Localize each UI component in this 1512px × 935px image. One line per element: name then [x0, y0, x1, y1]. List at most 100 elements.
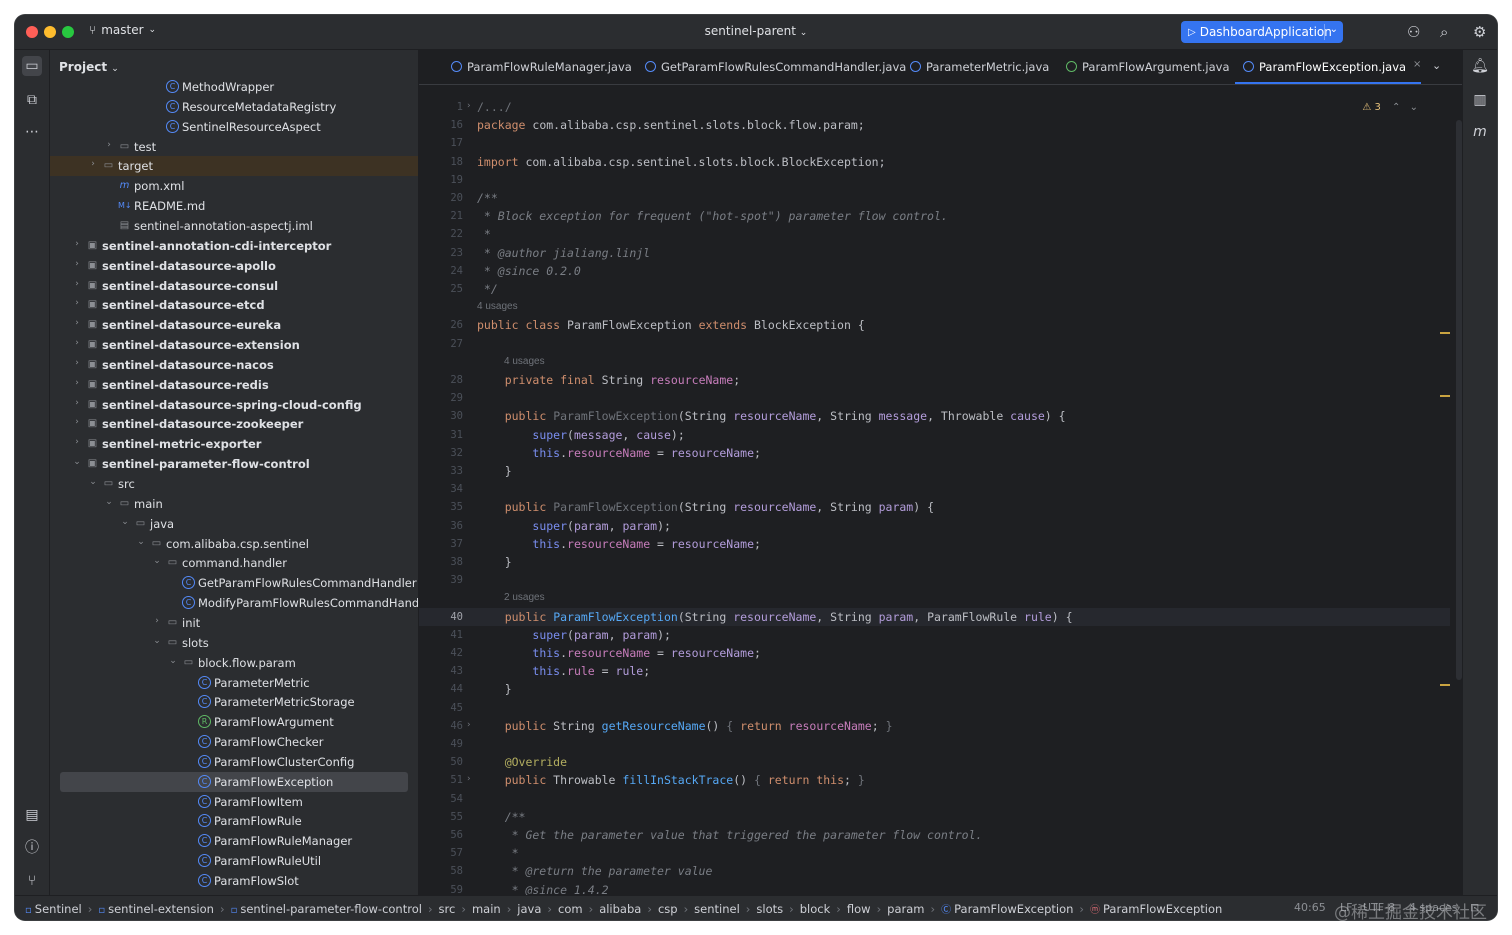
fold-icon[interactable]: › — [467, 101, 471, 111]
line-number[interactable]: 39 — [419, 574, 463, 586]
tree-item[interactable]: C ParamFlowChecker — [50, 732, 418, 752]
warning-marker[interactable] — [1440, 395, 1450, 397]
close-tab-icon[interactable]: × — [1413, 59, 1421, 70]
editor-tab[interactable]: ParameterMetric.java — [910, 60, 1049, 74]
code-line[interactable]: public ParamFlowException(String resourc… — [477, 610, 1073, 624]
breadcrumb-item[interactable]: flow — [847, 902, 871, 916]
chevron-right-icon[interactable]: › — [72, 417, 82, 427]
terminal-tool-icon[interactable]: ▤ — [22, 805, 42, 825]
tree-item[interactable]: ⌄ ▭ command.handler — [50, 553, 418, 573]
code-line[interactable]: /.../ — [477, 100, 512, 114]
chevron-down-icon[interactable]: ⌄ — [1330, 24, 1338, 35]
chevron-right-icon[interactable]: › — [72, 338, 82, 348]
chevron-right-icon[interactable]: › — [72, 298, 82, 308]
usages-hint[interactable]: 4 usages — [477, 301, 518, 312]
breadcrumb-item[interactable]: csp — [658, 902, 678, 916]
more-tools-icon[interactable]: ⋯ — [22, 122, 42, 142]
line-number[interactable]: 38 — [419, 556, 463, 568]
code-line[interactable]: @Override — [477, 755, 567, 769]
code-line[interactable]: * @return the parameter value — [477, 864, 713, 878]
fold-icon[interactable]: › — [467, 774, 471, 784]
editor-tab[interactable]: GetParamFlowRulesCommandHandler.java — [645, 60, 906, 74]
usages-hint[interactable]: 2 usages — [504, 592, 545, 603]
chevron-right-icon[interactable]: › — [72, 358, 82, 368]
previous-highlight-icon[interactable]: ⌃ — [1392, 102, 1400, 113]
line-number[interactable]: 1 — [419, 101, 463, 113]
line-number[interactable]: 17 — [419, 137, 463, 149]
maven-icon[interactable]: m — [1470, 122, 1490, 142]
line-number[interactable]: 20 — [419, 192, 463, 204]
chevron-down-icon[interactable]: ⌄ — [88, 477, 98, 487]
code-line[interactable]: super(param, param); — [477, 628, 671, 642]
next-highlight-icon[interactable]: ⌄ — [1410, 102, 1418, 113]
line-number[interactable]: 49 — [419, 738, 463, 750]
line-number[interactable]: 41 — [419, 629, 463, 641]
tree-item[interactable]: C ParamFlowRuleUtil — [50, 851, 418, 871]
line-number[interactable]: 18 — [419, 156, 463, 168]
breadcrumb-item[interactable]: Sentinel — [35, 902, 82, 916]
code-line[interactable]: super(param, param); — [477, 519, 671, 533]
line-number[interactable]: 22 — [419, 228, 463, 240]
code-line[interactable]: * Block exception for frequent ("hot-spo… — [477, 209, 948, 223]
chevron-right-icon[interactable]: › — [72, 259, 82, 269]
code-line[interactable]: * @author jialiang.linjl — [477, 246, 650, 260]
tree-item[interactable]: ⌄ ▣ sentinel-parameter-flow-control — [50, 454, 418, 474]
line-number[interactable]: 28 — [419, 374, 463, 386]
tree-item[interactable]: C ParamFlowClusterConfig — [50, 752, 418, 772]
chevron-down-icon[interactable]: ⌄ — [152, 556, 162, 566]
line-number[interactable]: 33 — [419, 465, 463, 477]
code-line[interactable]: } — [477, 464, 512, 478]
project-panel-title[interactable]: Project ⌄ — [59, 60, 119, 74]
account-icon[interactable]: ⚇ — [1407, 23, 1420, 41]
line-number[interactable]: 43 — [419, 665, 463, 677]
tree-item[interactable]: C ParamFlowItem — [50, 792, 418, 812]
tree-item[interactable]: › ▭ init — [50, 613, 418, 633]
tree-item[interactable]: M↓ README.md — [50, 196, 418, 216]
line-number[interactable]: 54 — [419, 793, 463, 805]
tree-item[interactable]: ⌄ ▭ slots — [50, 633, 418, 653]
warning-marker[interactable] — [1440, 332, 1450, 334]
line-number[interactable]: 57 — [419, 847, 463, 859]
code-line[interactable]: this.resourceName = resourceName; — [477, 446, 761, 460]
line-number[interactable]: 56 — [419, 829, 463, 841]
tree-item[interactable]: C ModifyParamFlowRulesCommandHandl — [50, 593, 418, 613]
chevron-right-icon[interactable]: › — [72, 279, 82, 289]
line-number[interactable]: 27 — [419, 338, 463, 350]
tree-item[interactable]: C ParameterMetricStorage — [50, 692, 418, 712]
code-line[interactable]: this.rule = rule; — [477, 664, 650, 678]
line-number[interactable]: 37 — [419, 538, 463, 550]
code-line[interactable]: } — [477, 555, 512, 569]
chevron-down-icon[interactable]: ⌄ — [168, 656, 178, 666]
line-number[interactable]: 36 — [419, 520, 463, 532]
line-number[interactable]: 45 — [419, 702, 463, 714]
editor-tab[interactable]: ParamFlowRuleManager.java — [451, 60, 632, 74]
code-line[interactable]: * — [477, 227, 491, 241]
tree-item[interactable]: › ▣ sentinel-datasource-spring-cloud-confi… — [50, 395, 418, 415]
code-line[interactable]: public Throwable fillInStackTrace() { re… — [477, 773, 865, 787]
code-line[interactable]: import com.alibaba.csp.sentinel.slots.bl… — [477, 155, 886, 169]
breadcrumb-item[interactable]: ParamFlowException — [954, 902, 1073, 916]
structure-tool-icon[interactable]: ⧉ — [22, 90, 42, 110]
line-number[interactable]: 46 — [419, 720, 463, 732]
line-number[interactable]: 23 — [419, 247, 463, 259]
line-number[interactable]: 24 — [419, 265, 463, 277]
chevron-right-icon[interactable]: › — [104, 140, 114, 150]
breadcrumb-item[interactable]: sentinel-parameter-flow-control — [240, 902, 422, 916]
inspection-widget[interactable]: ⚠ 3 ⌃ ⌄ — [1362, 102, 1418, 113]
editor-tab[interactable]: ParamFlowException.java — [1243, 60, 1406, 74]
tree-item[interactable]: C ParamFlowSlot — [50, 871, 418, 891]
chevron-right-icon[interactable]: › — [72, 398, 82, 408]
code-line[interactable]: */ — [477, 282, 498, 296]
line-number[interactable]: 29 — [419, 392, 463, 404]
tree-item[interactable]: C ParamFlowRuleManager — [50, 831, 418, 851]
tree-item[interactable]: C ParamFlowRule — [50, 811, 418, 831]
tree-item[interactable]: C SentinelResourceAspect — [50, 117, 418, 137]
git-tool-icon[interactable]: ⑂ — [22, 871, 42, 891]
tree-item[interactable]: › ▣ sentinel-metric-exporter — [50, 434, 418, 454]
usages-hint[interactable]: 4 usages — [504, 356, 545, 367]
tree-item[interactable]: › ▣ sentinel-datasource-extension — [50, 335, 418, 355]
line-number[interactable]: 25 — [419, 283, 463, 295]
code-line[interactable]: super(message, cause); — [477, 428, 684, 442]
code-line[interactable]: this.resourceName = resourceName; — [477, 646, 761, 660]
line-number[interactable]: 30 — [419, 410, 463, 422]
